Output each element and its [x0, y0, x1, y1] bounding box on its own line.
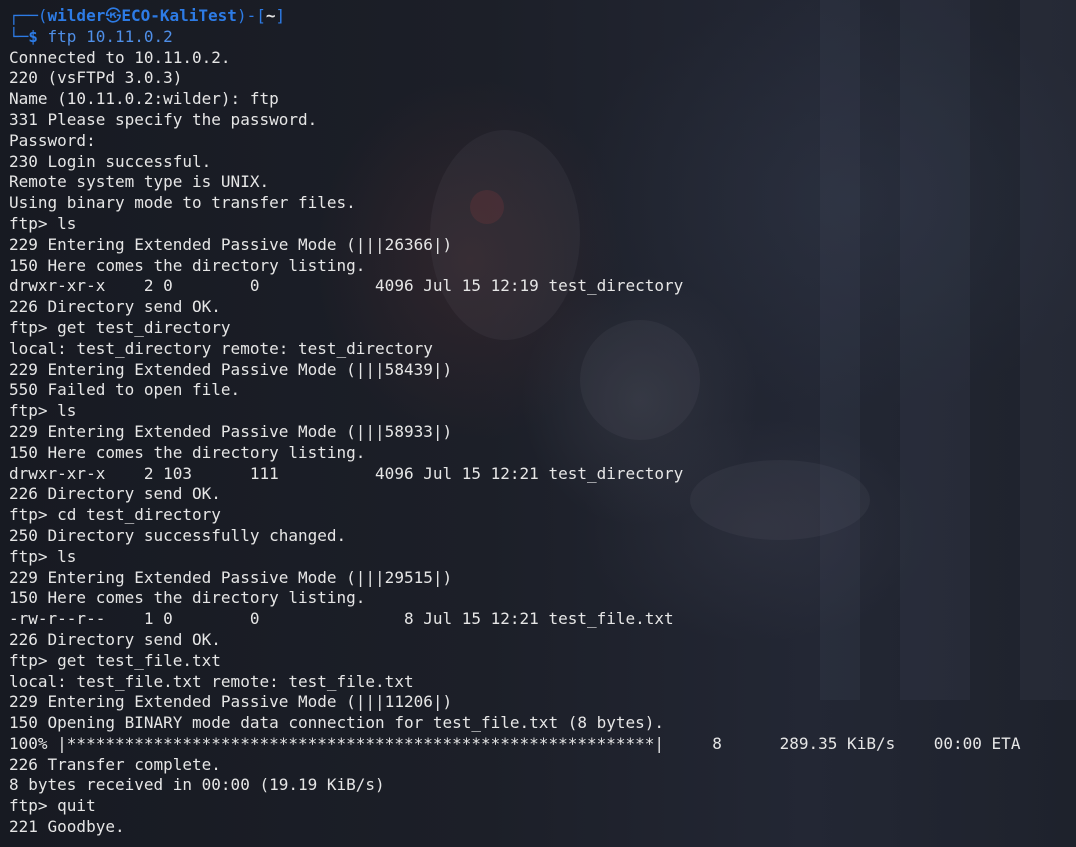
wallpaper-stripe	[1020, 0, 1076, 700]
output-line: 220 (vsFTPd 3.0.3)	[9, 68, 183, 88]
output-line: 226 Directory send OK.	[9, 297, 221, 317]
output-line: 150 Here comes the directory listing.	[9, 442, 366, 462]
output-line: 150 Here comes the directory listing.	[9, 588, 366, 608]
prompt-user: wilder	[47, 6, 106, 25]
prompt-dollar: $	[28, 26, 48, 46]
output-line: 100% |**********************************…	[9, 733, 1021, 753]
output-line: ftp> quit	[9, 796, 96, 816]
output-line: ftp> get test_directory	[9, 317, 231, 337]
output-line: drwxr-xr-x 2 103 111 4096 Jul 15 12:21 t…	[9, 463, 684, 483]
output-line: 226 Directory send OK.	[9, 629, 221, 649]
output-line: 550 Failed to open file.	[9, 380, 241, 400]
output-line: 8 bytes received in 00:00 (19.19 KiB/s)	[9, 775, 385, 795]
command-line: └─$ ftp 10.11.0.2	[9, 27, 1020, 48]
output-line: 331 Please specify the password.	[9, 109, 318, 129]
output-line: 226 Directory send OK.	[9, 484, 221, 504]
output-line: local: test_directory remote: test_direc…	[9, 338, 433, 358]
output-line: 229 Entering Extended Passive Mode (|||5…	[9, 359, 453, 379]
output-line: 229 Entering Extended Passive Mode (|||2…	[9, 567, 453, 587]
output-line: -rw-r--r-- 1 0 0 8 Jul 15 12:21 test_fil…	[9, 609, 674, 629]
prompt-host: ECO-KaliTest	[121, 6, 237, 25]
output-line: Remote system type is UNIX.	[9, 172, 270, 192]
prompt-separator-icon: ㉿	[105, 6, 122, 25]
output-line: 230 Login successful.	[9, 151, 212, 171]
output-line: ftp> get test_file.txt	[9, 650, 221, 670]
output-line: Password:	[9, 130, 96, 150]
output-line: ftp> ls	[9, 401, 77, 421]
prompt-frame-bottom: └─	[9, 26, 29, 46]
output-line: local: test_file.txt remote: test_file.t…	[9, 671, 414, 691]
prompt-line: ┌──(wilder㉿ECO-KaliTest)-[~]	[9, 6, 286, 25]
prompt-command: ftp 10.11.0.2	[47, 26, 173, 46]
output-line: 221 Goodbye.	[9, 817, 125, 837]
output-line: ftp> ls	[9, 213, 77, 233]
output-line: ftp> cd test_directory	[9, 505, 221, 525]
output-line: 150 Opening BINARY mode data connection …	[9, 713, 665, 733]
output-line: 229 Entering Extended Passive Mode (|||2…	[9, 234, 453, 254]
output-line: 226 Transfer complete.	[9, 754, 221, 774]
output-line: 229 Entering Extended Passive Mode (|||5…	[9, 421, 453, 441]
output-line: Connected to 10.11.0.2.	[9, 47, 231, 67]
output-line: 229 Entering Extended Passive Mode (|||1…	[9, 692, 453, 712]
prompt-frame-top: ┌──(	[9, 6, 48, 25]
output-line: Name (10.11.0.2:wilder): ftp	[9, 89, 279, 109]
terminal-output: ┌──(wilder㉿ECO-KaliTest)-[~] └─$ ftp 10.…	[9, 6, 1020, 838]
terminal-window[interactable]: ┌──(wilder㉿ECO-KaliTest)-[~] └─$ ftp 10.…	[0, 0, 1076, 847]
output-line: ftp> ls	[9, 546, 77, 566]
output-line: drwxr-xr-x 2 0 0 4096 Jul 15 12:19 test_…	[9, 276, 684, 296]
output-line: Using binary mode to transfer files.	[9, 193, 356, 213]
output-line: 250 Directory successfully changed.	[9, 525, 347, 545]
output-line: 150 Here comes the directory listing.	[9, 255, 366, 275]
